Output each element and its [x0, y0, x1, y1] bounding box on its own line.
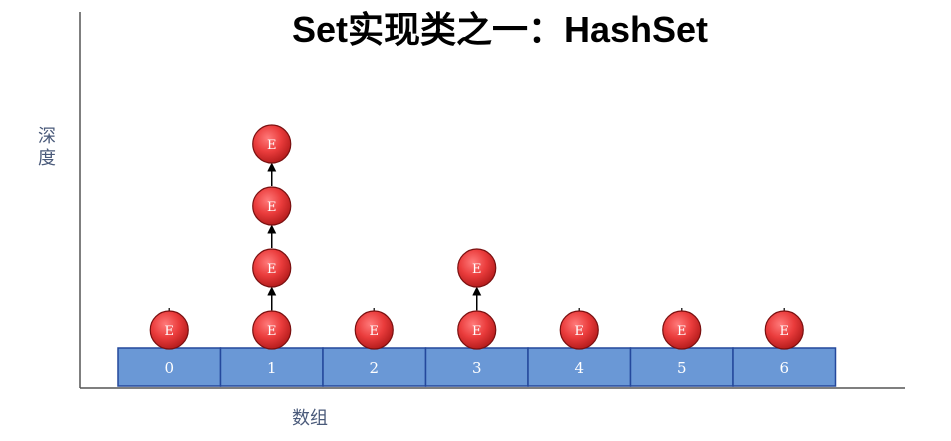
element-node-label: E [472, 262, 482, 277]
element-node-label: E [780, 324, 790, 339]
array-slot-index: 6 [779, 359, 789, 377]
array-slot-index: 4 [574, 359, 584, 377]
element-node-label: E [267, 324, 277, 339]
element-node-label: E [267, 262, 277, 277]
array-slot-index: 3 [472, 359, 482, 377]
element-node-label: E [370, 324, 380, 339]
array-slot-index: 0 [164, 359, 174, 377]
hashset-diagram: 0 1 2 3 4 5 6 E E E E E E E E E E E [79, 12, 905, 389]
array-slot-index: 1 [267, 359, 277, 377]
bucket-chains: E E E E E E E E E E E [149, 124, 804, 350]
element-node-label: E [472, 324, 482, 339]
array-slot-index: 5 [677, 359, 687, 377]
element-node-label: E [677, 324, 687, 339]
element-node-label: E [267, 138, 277, 153]
element-node-label: E [267, 200, 277, 215]
element-node-label: E [575, 324, 585, 339]
array-slots: 0 1 2 3 4 5 6 [117, 347, 837, 387]
element-node-label: E [165, 324, 175, 339]
array-slot-index: 2 [369, 359, 379, 377]
